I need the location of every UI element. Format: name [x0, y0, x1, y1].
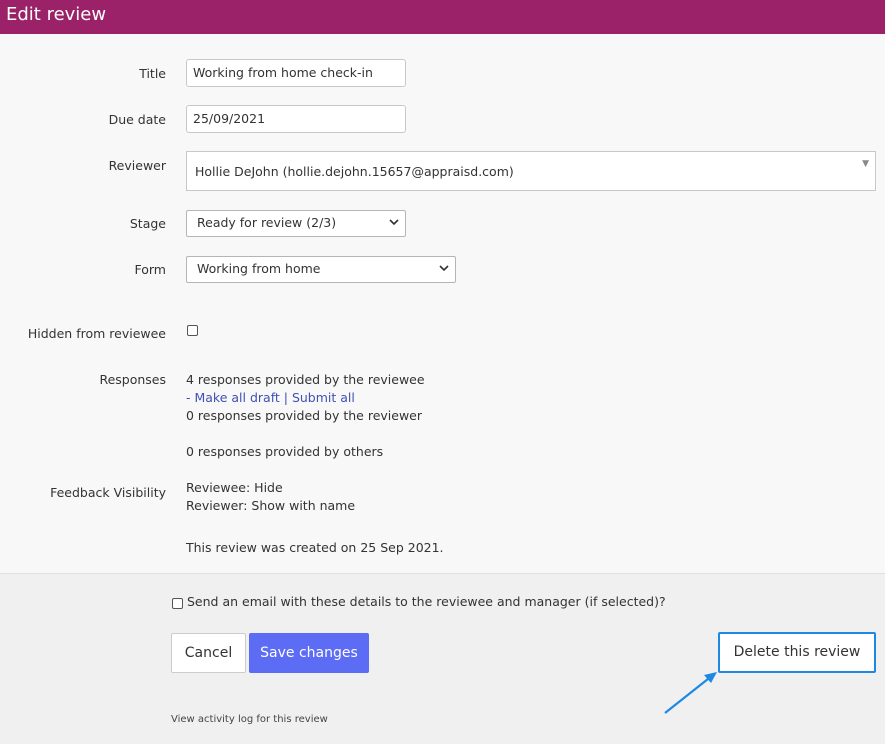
make-all-draft-link[interactable]: Make all draft — [194, 390, 279, 405]
feedback-reviewer-text: Reviewer: Show with name — [186, 498, 356, 513]
arrow-icon — [664, 672, 717, 714]
cancel-button[interactable]: Cancel — [171, 633, 246, 673]
send-email-label: Send an email with these details to the … — [187, 594, 666, 609]
activity-log-link[interactable]: View activity log for this review — [171, 714, 328, 725]
form-select[interactable]: Working from home — [186, 256, 456, 283]
responses-actions: - Make all draft | Submit all — [186, 390, 355, 405]
stage-select[interactable]: Ready for review (2/3) — [186, 210, 406, 237]
created-text: This review was created on 25 Sep 2021. — [186, 540, 444, 555]
stage-label: Stage — [129, 216, 166, 231]
submit-all-link[interactable]: Submit all — [292, 390, 355, 405]
responses-reviewee-text: 4 responses provided by the reviewee — [186, 372, 425, 387]
due-date-input[interactable]: 25/09/2021 — [186, 105, 406, 133]
reviewer-select[interactable]: Hollie DeJohn (hollie.dejohn.15657@appra… — [186, 151, 876, 191]
feedback-visibility-label: Feedback Visibility — [50, 485, 166, 500]
page-header: Edit review — [0, 0, 885, 34]
feedback-reviewee-text: Reviewee: Hide — [186, 480, 283, 495]
reviewer-label: Reviewer — [108, 158, 166, 173]
form-value: Working from home — [197, 261, 321, 276]
send-email-checkbox[interactable] — [172, 598, 183, 609]
responses-others-text: 0 responses provided by others — [186, 444, 384, 459]
title-label: Title — [139, 66, 166, 81]
form-label: Form — [134, 262, 167, 277]
stage-value: Ready for review (2/3) — [197, 215, 337, 230]
hidden-from-reviewee-label: Hidden from reviewee — [27, 326, 166, 341]
actions-separator: | — [279, 390, 292, 405]
save-changes-button[interactable]: Save changes — [249, 633, 369, 673]
hidden-from-reviewee-checkbox[interactable] — [187, 325, 198, 336]
page-title: Edit review — [6, 4, 107, 25]
caret-down-icon: ▼ — [862, 159, 869, 169]
responses-reviewer-text: 0 responses provided by the reviewer — [186, 408, 422, 423]
due-date-label: Due date — [108, 112, 166, 127]
title-input[interactable]: Working from home check-in — [186, 59, 406, 87]
responses-label: Responses — [99, 372, 166, 387]
reviewer-value: Hollie DeJohn (hollie.dejohn.15657@appra… — [195, 164, 514, 179]
chevron-down-icon — [389, 211, 399, 244]
delete-review-button[interactable]: Delete this review — [718, 632, 876, 673]
chevron-down-icon — [439, 257, 449, 290]
